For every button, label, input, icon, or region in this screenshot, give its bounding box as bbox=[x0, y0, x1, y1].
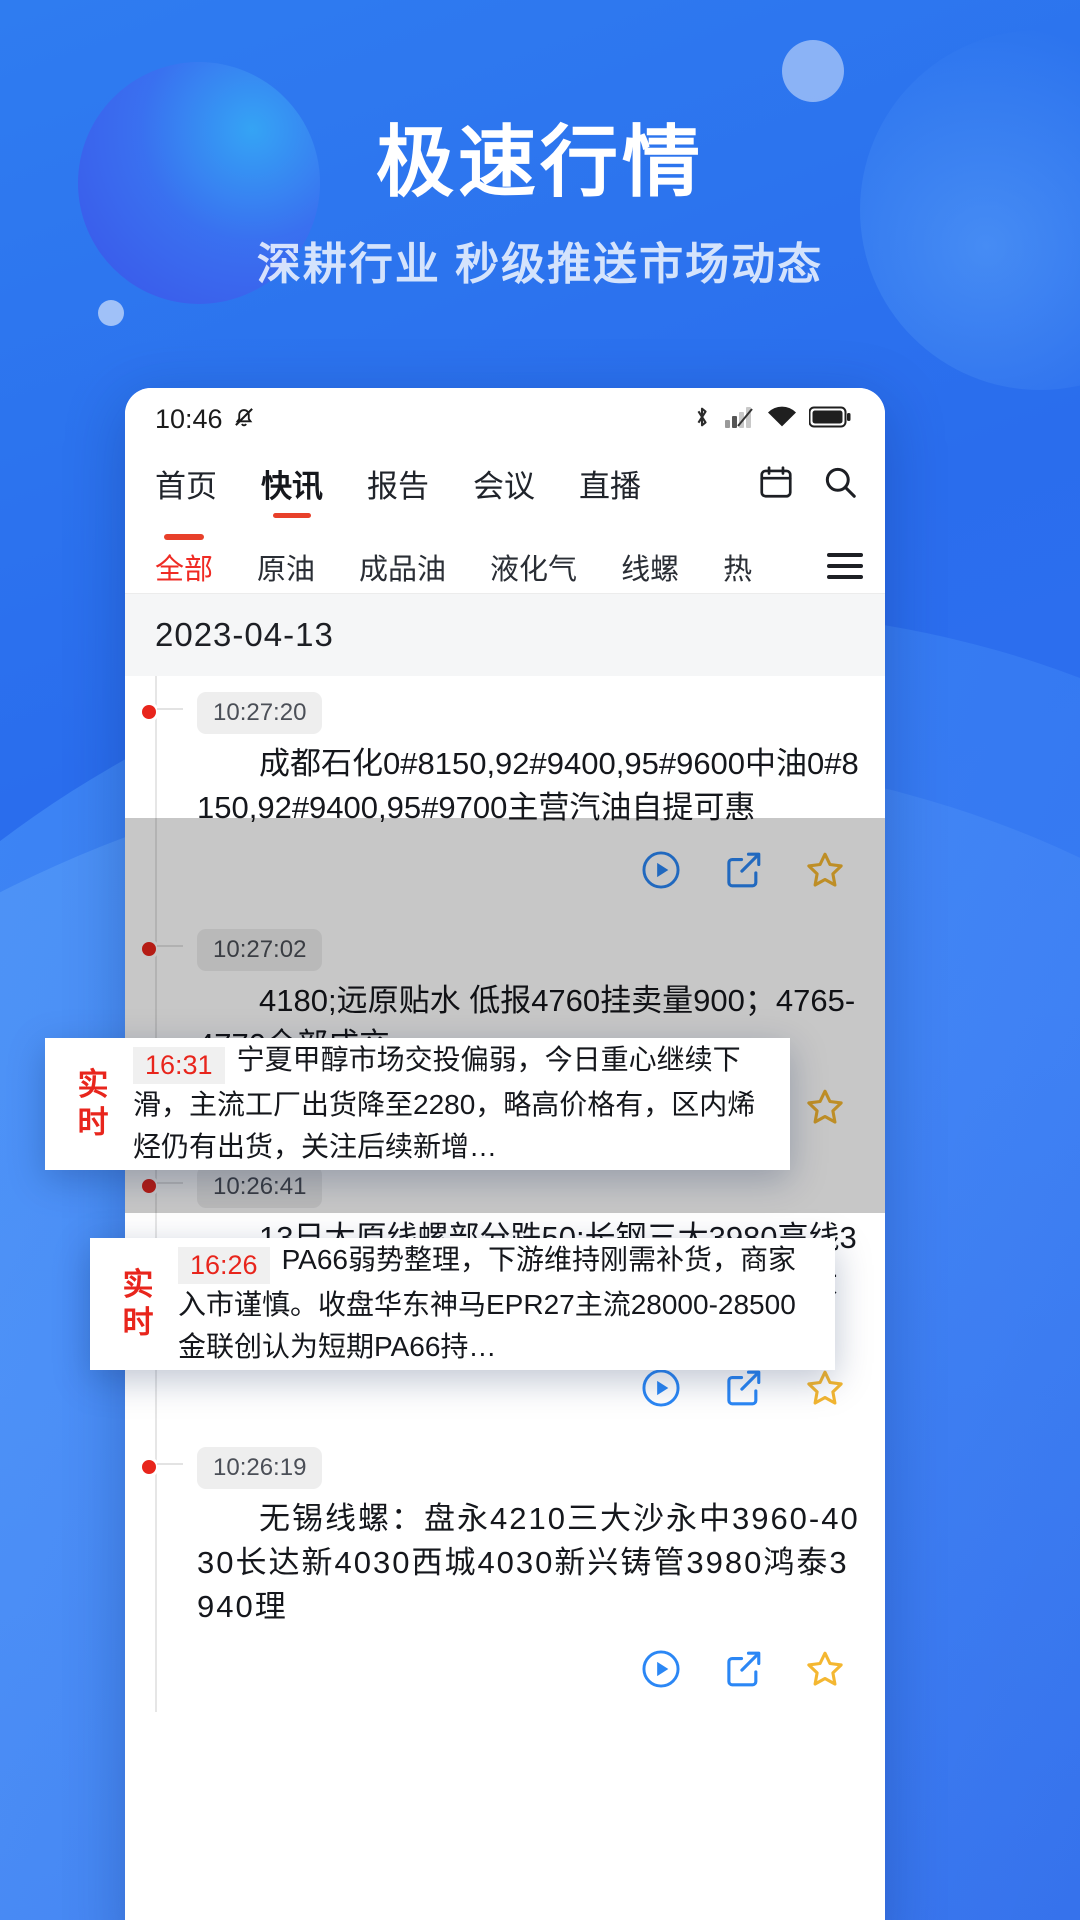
realtime-badge: 实时 bbox=[122, 1267, 154, 1340]
signal-icon bbox=[725, 405, 755, 434]
share-icon[interactable] bbox=[721, 848, 765, 897]
list-item-time-row: 10:27:02 bbox=[197, 929, 863, 972]
timeline-dot-icon bbox=[139, 1176, 159, 1197]
list-item-actions bbox=[197, 830, 863, 903]
list-item[interactable]: 10:26:19 无锡线螺：盘永4210三大沙永中3960-4030长达新403… bbox=[139, 1431, 885, 1712]
category-filter-bar: 全部 原油 成品油 液化气 线螺 热 bbox=[125, 524, 885, 594]
timeline-dot-icon bbox=[139, 1457, 159, 1478]
realtime-text: 宁夏甲醇市场交投偏弱，今日重心继续下滑，主流工厂出货降至2280，略高价格有，区… bbox=[133, 1044, 756, 1163]
star-icon[interactable] bbox=[803, 1085, 847, 1134]
timeline-dot-icon bbox=[139, 939, 159, 960]
play-icon[interactable] bbox=[639, 1366, 683, 1415]
background-dot bbox=[98, 300, 124, 326]
list-item-actions bbox=[197, 1629, 863, 1702]
wifi-icon bbox=[767, 405, 797, 434]
battery-icon bbox=[808, 406, 851, 433]
list-item-time-row: 10:26:19 bbox=[197, 1447, 863, 1490]
timeline-stem bbox=[157, 945, 183, 948]
list-item[interactable]: 10:27:20 成都石化0#8150,92#9400,95#9600中油0#8… bbox=[139, 676, 885, 913]
news-body: 成都石化0#8150,92#9400,95#9600中油0#8150,92#94… bbox=[197, 746, 859, 826]
category-list: 全部 原油 成品油 液化气 线螺 热 bbox=[155, 534, 827, 588]
play-icon[interactable] bbox=[639, 848, 683, 897]
category-refined-oil[interactable]: 成品油 bbox=[359, 534, 446, 588]
realtime-push-card[interactable]: 实时 16:31 宁夏甲醇市场交投偏弱，今日重心继续下滑，主流工厂出货降至2280… bbox=[45, 1038, 790, 1170]
tab-home[interactable]: 首页 bbox=[155, 461, 217, 520]
play-icon[interactable] bbox=[639, 1647, 683, 1696]
news-feed: 10:27:20 成都石化0#8150,92#9400,95#9600中油0#8… bbox=[125, 676, 885, 1713]
calendar-icon[interactable] bbox=[757, 463, 795, 506]
timeline-stem bbox=[157, 1182, 183, 1185]
realtime-timestamp: 16:31 bbox=[133, 1046, 225, 1084]
news-body: 无锡线螺：盘永4210三大沙永中3960-4030长达新4030西城4030新兴… bbox=[197, 1501, 860, 1625]
category-rebar[interactable]: 线螺 bbox=[621, 534, 679, 588]
list-item-time-row: 10:27:20 bbox=[197, 692, 863, 734]
category-all[interactable]: 全部 bbox=[155, 534, 213, 588]
tab-live[interactable]: 直播 bbox=[579, 461, 641, 520]
realtime-card-body: 16:26 PA66弱势整理，下游维持刚需补货，商家入市谨慎。收盘华东神马EPR2… bbox=[160, 1239, 809, 1368]
realtime-push-card[interactable]: 实时 16:26 PA66弱势整理，下游维持刚需补货，商家入市谨慎。收盘华东神马E… bbox=[90, 1238, 835, 1370]
realtime-timestamp: 16:26 bbox=[178, 1246, 270, 1284]
hamburger-menu-icon[interactable] bbox=[827, 552, 863, 579]
category-lpg[interactable]: 液化气 bbox=[490, 534, 577, 588]
status-clock: 10:46 bbox=[155, 403, 223, 434]
primary-nav-actions bbox=[757, 463, 859, 518]
realtime-text: PA66弱势整理，下游维持刚需补货，商家入市谨慎。收盘华东神马EPR27主流28… bbox=[178, 1244, 796, 1363]
timestamp-chip: 10:27:20 bbox=[197, 692, 323, 734]
status-bar: 10:46 bbox=[125, 388, 885, 450]
feed-date-header: 2023-04-13 bbox=[125, 594, 885, 676]
star-icon[interactable] bbox=[803, 1366, 847, 1415]
realtime-card-body: 16:31 宁夏甲醇市场交投偏弱，今日重心继续下滑，主流工厂出货降至2280，略高… bbox=[115, 1039, 764, 1168]
tab-meetings[interactable]: 会议 bbox=[473, 461, 535, 520]
share-icon[interactable] bbox=[721, 1647, 765, 1696]
primary-nav: 首页 快讯 报告 会议 直播 bbox=[125, 450, 885, 524]
tab-reports[interactable]: 报告 bbox=[367, 461, 429, 520]
tab-flash-news[interactable]: 快讯 bbox=[261, 461, 323, 520]
bluetooth-icon bbox=[691, 404, 713, 435]
search-icon[interactable] bbox=[821, 463, 859, 506]
timestamp-chip: 10:26:19 bbox=[197, 1447, 323, 1490]
timestamp-chip: 10:26:41 bbox=[197, 1166, 323, 1209]
timeline-stem bbox=[157, 1463, 183, 1466]
list-item-time-row: 10:26:41 bbox=[197, 1166, 863, 1209]
bell-muted-icon bbox=[231, 404, 257, 435]
realtime-badge: 实时 bbox=[77, 1067, 109, 1140]
page-subtitle: 深耕行业 秒级推送市场动态 bbox=[256, 239, 824, 289]
status-bar-right bbox=[691, 404, 851, 435]
page-title: 极速行情 bbox=[375, 118, 704, 206]
timeline-dot-icon bbox=[139, 702, 159, 722]
timestamp-chip: 10:27:02 bbox=[197, 929, 323, 972]
timeline-stem bbox=[157, 708, 183, 710]
background-circle-small bbox=[782, 40, 844, 102]
primary-nav-tabs: 首页 快讯 报告 会议 直播 bbox=[155, 461, 757, 520]
hero-block: 极速行情 深耕行业 秒级推送市场动态 bbox=[0, 118, 1080, 292]
category-crude-oil[interactable]: 原油 bbox=[257, 534, 315, 588]
star-icon[interactable] bbox=[803, 848, 847, 897]
star-icon[interactable] bbox=[803, 1647, 847, 1696]
status-bar-left: 10:46 bbox=[155, 404, 257, 435]
category-hot[interactable]: 热 bbox=[723, 534, 752, 588]
share-icon[interactable] bbox=[721, 1366, 765, 1415]
promo-page: 极速行情 深耕行业 秒级推送市场动态 10:46 首页 快讯 报告 会议 直播 … bbox=[0, 0, 1080, 1920]
